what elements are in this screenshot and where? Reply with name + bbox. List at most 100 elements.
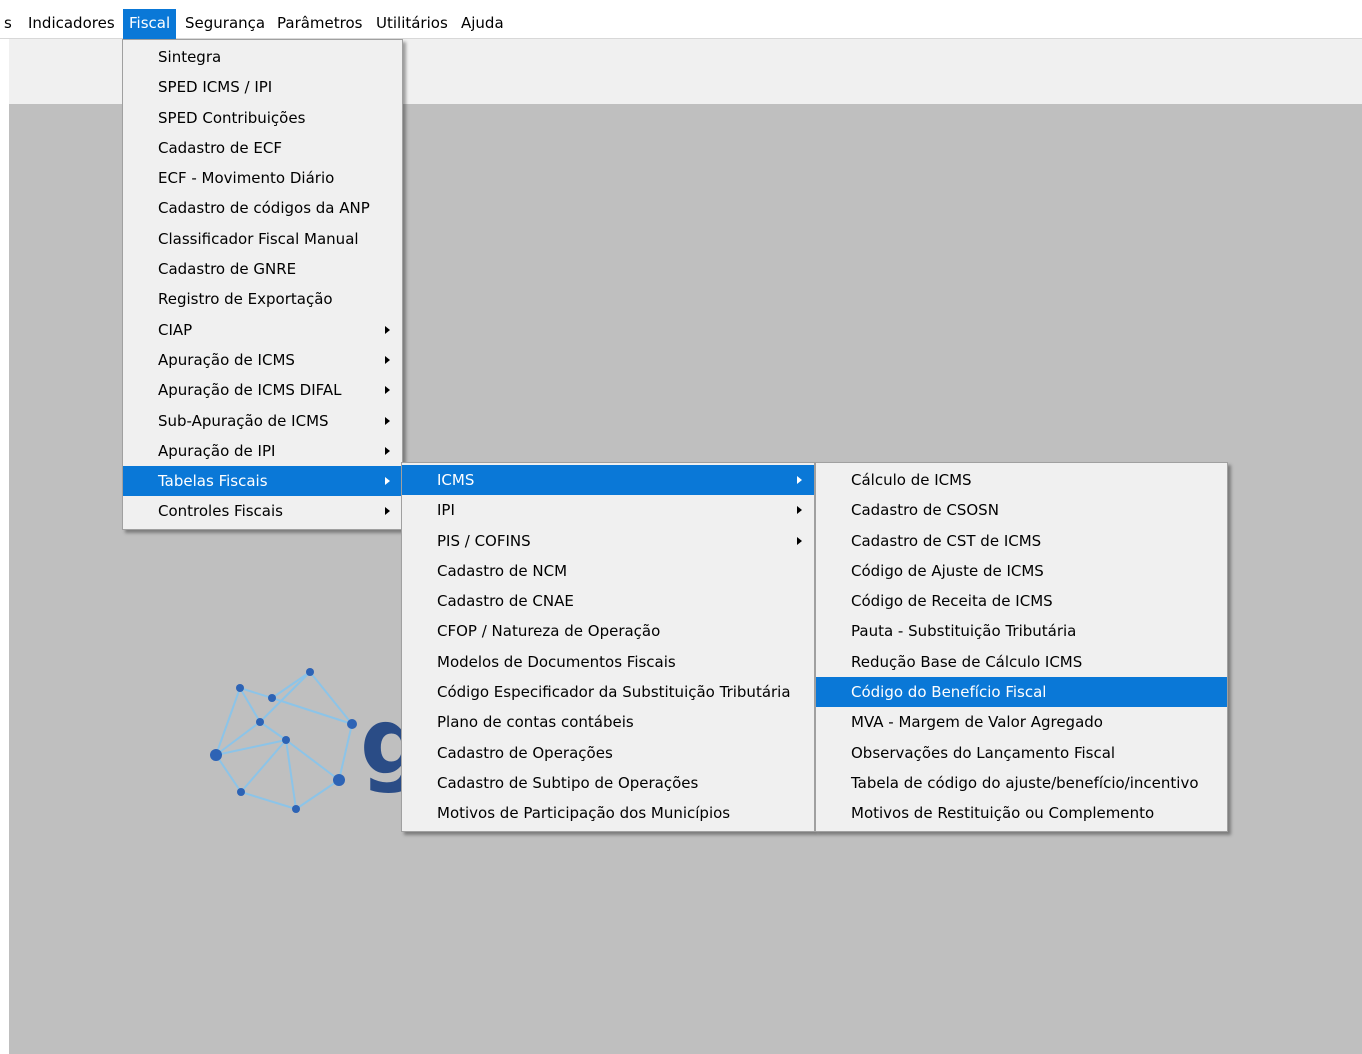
menu-item-cadastro-cnae[interactable]: Cadastro de CNAE [402, 586, 814, 616]
menu-item-ipi[interactable]: IPI [402, 495, 814, 525]
menu-item-cadastro-ncm[interactable]: Cadastro de NCM [402, 556, 814, 586]
menu-item-label: ECF - Movimento Diário [158, 169, 335, 188]
menu-item-sub-apuracao-icms[interactable]: Sub-Apuração de ICMS [123, 406, 402, 436]
menu-item-motivos-participacao[interactable]: Motivos de Participação dos Municípios [402, 798, 814, 828]
menu-item-cadastro-csosn[interactable]: Cadastro de CSOSN [816, 495, 1227, 525]
menu-item-label: Redução Base de Cálculo ICMS [851, 652, 1083, 671]
menu-item-label: Tabelas Fiscais [158, 472, 268, 491]
submenu-arrow-icon [797, 506, 802, 515]
window-left-edge [0, 39, 9, 1054]
menu-bar: s Indicadores Fiscal Segurança Parâmetro… [0, 0, 1362, 39]
menu-item-sintegra[interactable]: Sintegra [123, 42, 402, 72]
menu-item-icms[interactable]: ICMS [402, 465, 814, 496]
menu-item-label: Registro de Exportação [158, 290, 333, 309]
menu-fiscal[interactable]: Fiscal [123, 9, 177, 39]
menu-item-cadastro-operacoes[interactable]: Cadastro de Operações [402, 738, 814, 768]
menu-item-sped-icms-ipi[interactable]: SPED ICMS / IPI [123, 72, 402, 102]
menu-item-label: Tabela de código do ajuste/benefício/inc… [851, 773, 1199, 792]
submenu-arrow-icon [385, 507, 390, 516]
menu-bar-item-partial[interactable]: s [0, 9, 12, 39]
menu-item-codigo-especificador-st[interactable]: Código Especificador da Substituição Tri… [402, 677, 814, 707]
menu-item-label: Cadastro de NCM [437, 561, 568, 580]
submenu-arrow-icon [385, 477, 390, 486]
menu-item-tabelas-fiscais[interactable]: Tabelas Fiscais [123, 466, 402, 497]
menu-item-label: Cadastro de códigos da ANP [158, 199, 370, 218]
menu-item-codigo-receita-icms[interactable]: Código de Receita de ICMS [816, 586, 1227, 616]
menu-item-label: Controles Fiscais [158, 502, 283, 521]
menu-item-label: Apuração de IPI [158, 441, 276, 460]
menu-item-label: Cadastro de CNAE [437, 592, 574, 611]
menu-item-cadastro-subtipo-operacoes[interactable]: Cadastro de Subtipo de Operações [402, 768, 814, 798]
menu-indicadores[interactable]: Indicadores [22, 9, 121, 39]
menu-item-label: Código de Ajuste de ICMS [851, 561, 1044, 580]
menu-item-sped-contribuicoes[interactable]: SPED Contribuições [123, 103, 402, 133]
menu-item-label: CIAP [158, 320, 193, 339]
menu-parametros[interactable]: Parâmetros [271, 9, 368, 39]
menu-item-label: ICMS [437, 471, 475, 489]
menu-item-pis-cofins[interactable]: PIS / COFINS [402, 526, 814, 556]
menu-item-label: Cadastro de GNRE [158, 260, 297, 279]
menu-item-cadastro-gnre[interactable]: Cadastro de GNRE [123, 254, 402, 284]
menu-utilitarios[interactable]: Utilitários [370, 9, 454, 39]
menu-item-label: Modelos de Documentos Fiscais [437, 652, 676, 671]
menu-item-label: PIS / COFINS [437, 531, 531, 550]
menu-item-apuracao-icms[interactable]: Apuração de ICMS [123, 345, 402, 375]
icms-submenu: Cálculo de ICMS Cadastro de CSOSN Cadast… [815, 462, 1228, 832]
menu-item-modelos-documentos[interactable]: Modelos de Documentos Fiscais [402, 647, 814, 677]
menu-item-apuracao-ipi[interactable]: Apuração de IPI [123, 436, 402, 466]
submenu-arrow-icon [385, 416, 390, 425]
menu-ajuda[interactable]: Ajuda [455, 9, 510, 39]
submenu-arrow-icon [797, 476, 802, 484]
menu-item-label: Cadastro de ECF [158, 138, 282, 157]
menu-item-classificador-fiscal[interactable]: Classificador Fiscal Manual [123, 224, 402, 254]
menu-item-label: Apuração de ICMS [158, 350, 295, 369]
menu-item-ecf-movimento-diario[interactable]: ECF - Movimento Diário [123, 163, 402, 193]
menu-item-label: Cadastro de Subtipo de Operações [437, 773, 699, 792]
menu-item-ciap[interactable]: CIAP [123, 315, 402, 345]
tabelas-fiscais-submenu: ICMS IPI PIS / COFINS Cadastro de NCM Ca… [401, 462, 815, 832]
menu-item-label: Código de Receita de ICMS [851, 592, 1053, 611]
submenu-arrow-icon [385, 446, 390, 455]
menu-item-plano-contas[interactable]: Plano de contas contábeis [402, 707, 814, 737]
menu-item-label: Cálculo de ICMS [851, 471, 972, 489]
menu-item-label: Cadastro de CSOSN [851, 501, 999, 520]
submenu-arrow-icon [385, 355, 390, 364]
menu-item-label: IPI [437, 501, 455, 520]
menu-item-registro-exportacao[interactable]: Registro de Exportação [123, 284, 402, 314]
menu-item-label: Cadastro de CST de ICMS [851, 531, 1042, 550]
menu-item-codigo-beneficio-fiscal[interactable]: Código do Benefício Fiscal [816, 677, 1227, 708]
submenu-arrow-icon [385, 325, 390, 334]
menu-item-label: Pauta - Substituição Tributária [851, 622, 1077, 641]
menu-item-reducao-base-calculo[interactable]: Redução Base de Cálculo ICMS [816, 647, 1227, 677]
menu-item-label: Sintegra [158, 48, 222, 66]
app-logo-icon [210, 668, 357, 813]
menu-item-pauta-st[interactable]: Pauta - Substituição Tributária [816, 616, 1227, 646]
menu-item-codigo-ajuste-icms[interactable]: Código de Ajuste de ICMS [816, 556, 1227, 586]
submenu-arrow-icon [797, 536, 802, 545]
menu-item-cfop[interactable]: CFOP / Natureza de Operação [402, 616, 814, 646]
menu-item-label: Observações do Lançamento Fiscal [851, 743, 1116, 762]
submenu-arrow-icon [385, 386, 390, 395]
menu-item-mva[interactable]: MVA - Margem de Valor Agregado [816, 707, 1227, 737]
menu-item-label: Código Especificador da Substituição Tri… [437, 683, 791, 702]
menu-item-label: Código do Benefício Fiscal [851, 683, 1047, 702]
menu-item-cadastro-codigos-anp[interactable]: Cadastro de códigos da ANP [123, 193, 402, 223]
menu-item-label: Motivos de Restituição ou Complemento [851, 804, 1155, 823]
menu-item-controles-fiscais[interactable]: Controles Fiscais [123, 496, 402, 526]
menu-item-label: Apuração de ICMS DIFAL [158, 381, 342, 400]
menu-item-label: Motivos de Participação dos Municípios [437, 804, 731, 823]
menu-item-cadastro-cst-icms[interactable]: Cadastro de CST de ICMS [816, 526, 1227, 556]
menu-item-label: Cadastro de Operações [437, 743, 613, 762]
menu-item-label: SPED Contribuições [158, 108, 306, 127]
menu-item-calculo-icms[interactable]: Cálculo de ICMS [816, 465, 1227, 495]
menu-item-label: SPED ICMS / IPI [158, 78, 273, 97]
menu-item-apuracao-icms-difal[interactable]: Apuração de ICMS DIFAL [123, 375, 402, 405]
fiscal-dropdown-menu: Sintegra SPED ICMS / IPI SPED Contribuiç… [122, 39, 403, 530]
menu-item-tabela-codigo-ajuste[interactable]: Tabela de código do ajuste/benefício/inc… [816, 768, 1227, 798]
menu-item-label: CFOP / Natureza de Operação [437, 622, 661, 641]
menu-item-label: MVA - Margem de Valor Agregado [851, 713, 1103, 732]
menu-item-observacoes-lancamento[interactable]: Observações do Lançamento Fiscal [816, 738, 1227, 768]
menu-item-cadastro-ecf[interactable]: Cadastro de ECF [123, 133, 402, 163]
menu-item-motivos-restituicao[interactable]: Motivos de Restituição ou Complemento [816, 798, 1227, 828]
menu-seguranca[interactable]: Segurança [179, 9, 271, 39]
